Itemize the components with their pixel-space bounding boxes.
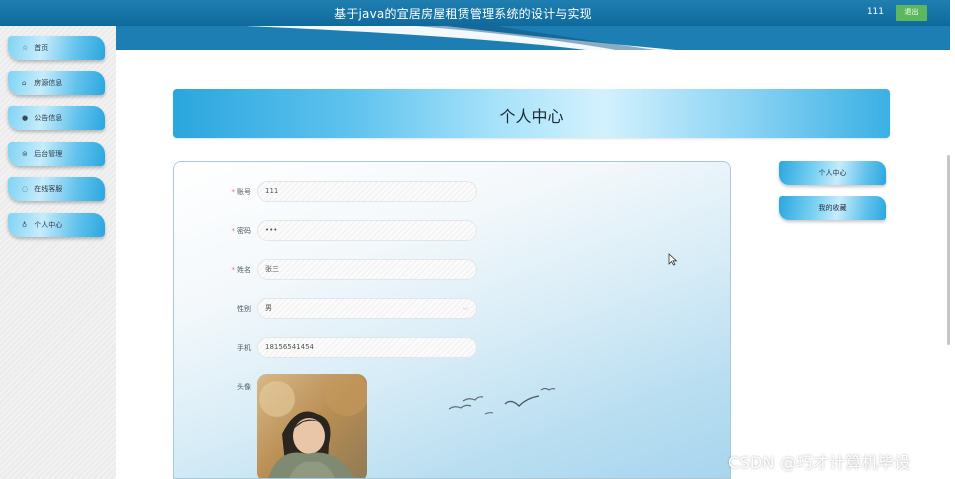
sidebar-item-houses[interactable]: ⌂ 房源信息 [8, 71, 105, 95]
required-mark: * [231, 266, 236, 274]
gender-select-value: 男 [265, 304, 272, 312]
watermark-text: CSDN @巧才计算机毕设 [728, 453, 911, 472]
favorites-button[interactable]: 我的收藏 [779, 196, 886, 220]
phone-label: 手机 [237, 344, 251, 352]
name-field[interactable]: 张三 [257, 259, 477, 280]
notice-icon: ● [22, 114, 29, 122]
phone-field[interactable]: 18156541454 [257, 337, 477, 358]
password-field[interactable]: ••• [257, 220, 477, 241]
personal-center-button[interactable]: 个人中心 [779, 161, 886, 185]
gender-label: 性别 [237, 305, 251, 313]
sidebar-item-notices[interactable]: ● 公告信息 [8, 106, 105, 130]
service-icon: ◌ [22, 185, 29, 193]
chevron-down-icon: ⌵ [462, 304, 468, 312]
admin-icon: ⊜ [22, 150, 28, 158]
page-root: 基于java的宜居房屋租赁管理系统的设计与实现 111 退出 ☆ 首页 ⌂ 房源… [0, 0, 955, 479]
avatar-image[interactable] [257, 374, 367, 478]
page-header-title: 基于java的宜居房屋租赁管理系统的设计与实现 [334, 7, 592, 21]
house-icon: ⌂ [22, 79, 27, 87]
page-title: 个人中心 [499, 107, 564, 126]
password-label: * 密码 [231, 227, 252, 235]
birds-decoration [448, 384, 559, 428]
sidebar-item-label: 后台管理 [34, 150, 63, 158]
sidebar-item-label: 个人中心 [34, 221, 63, 229]
sidebar-item-label: 首页 [34, 44, 49, 52]
account-label: * 账号 [231, 188, 252, 196]
user-icon: ♁ [22, 221, 28, 229]
sidebar-item-home[interactable]: ☆ 首页 [8, 36, 105, 60]
profile-form: * 账号 111 * 密码 ••• * 姓名 张三 性别 男 ⌵ 手机 1815654… [173, 161, 731, 479]
required-mark: * [231, 188, 236, 196]
header-wave-decoration [116, 26, 950, 50]
sidebar-item-label: 公告信息 [34, 114, 63, 122]
sidebar-item-label: 在线客服 [34, 185, 63, 193]
sidebar: ☆ 首页 ⌂ 房源信息 ● 公告信息 ⊜ 后台管理 ◌ 在线客服 ♁ 个人中心 [0, 26, 116, 479]
gender-select[interactable]: 男 ⌵ [257, 298, 477, 319]
sidebar-item-personal-center[interactable]: ♁ 个人中心 [8, 213, 105, 237]
avatar-label: 头像 [237, 383, 251, 391]
sidebar-item-admin[interactable]: ⊜ 后台管理 [8, 142, 105, 166]
account-field[interactable]: 111 [257, 181, 477, 202]
username-label: 111 [866, 7, 884, 17]
name-label: * 姓名 [231, 266, 252, 274]
sidebar-item-service[interactable]: ◌ 在线客服 [8, 177, 105, 201]
mouse-cursor-icon [668, 251, 678, 270]
sidebar-item-label: 房源信息 [34, 79, 63, 87]
main-content: 个人中心 * 账号 111 * 密码 ••• * 姓名 张三 性别 男 ⌵ 手机… [116, 50, 950, 479]
logout-button[interactable]: 退出 [896, 5, 927, 21]
page-title-banner: 个人中心 [173, 89, 890, 138]
required-mark: * [231, 227, 236, 235]
scrollbar[interactable] [947, 155, 950, 345]
top-header: 基于java的宜居房屋租赁管理系统的设计与实现 111 退出 [0, 0, 950, 26]
star-icon: ☆ [22, 44, 29, 52]
